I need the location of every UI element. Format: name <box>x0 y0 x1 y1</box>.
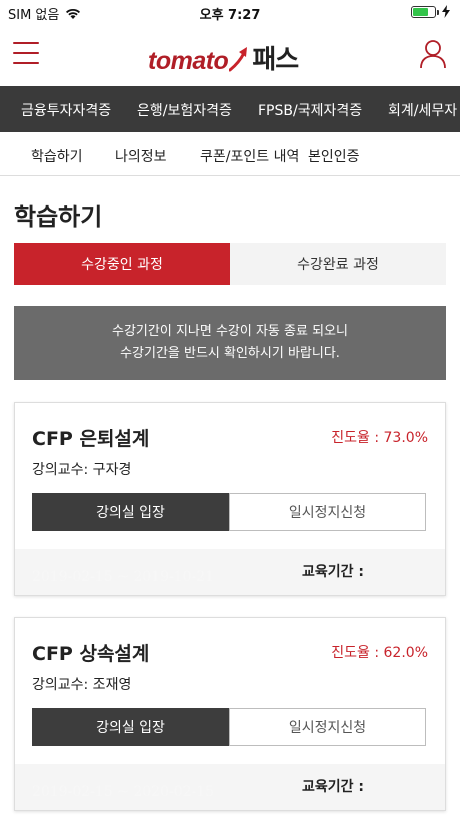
category-item-bank-insurance[interactable]: 은행/보험자격증 <box>137 100 232 120</box>
course-progress: 진도율 : 62.0% <box>331 645 428 661</box>
tomato-pass-logo[interactable]: tomato 패스 <box>148 36 299 76</box>
hamburger-menu-icon[interactable] <box>13 42 39 64</box>
user-icon[interactable] <box>419 39 447 69</box>
course-buttons: 강의실 입장 일시정지신청 <box>32 708 426 746</box>
subnav-item-my-info[interactable]: 나의정보 <box>115 146 167 166</box>
subnav-item-study[interactable]: 학습하기 <box>31 146 83 166</box>
battery-icon <box>411 5 439 18</box>
notice-banner: 수강기간이 지나면 수강이 자동 종료 되오니 수강기간을 반드시 확인하시기 … <box>14 306 446 380</box>
course-buttons: 강의실 입장 일시정지신청 <box>32 493 426 531</box>
course-footer: 2019-02-15 ~ 2020-02-15 교육기간 : <box>15 764 445 810</box>
charging-bolt-icon <box>442 5 450 18</box>
status-right <box>411 5 450 18</box>
course-card: CFP 상속설계 진도율 : 62.0% 강의교수: 조재영 강의실 입장 일시… <box>14 617 446 811</box>
category-item-fpsb[interactable]: FPSB/국제자격증 <box>258 100 362 120</box>
enter-classroom-button[interactable]: 강의실 입장 <box>32 493 229 531</box>
notice-line-1: 수강기간이 지나면 수강이 자동 종료 되오니 <box>112 324 348 339</box>
category-nav: 금융투자자격증 은행/보험자격증 FPSB/국제자격증 회계/세무자 <box>0 86 460 132</box>
category-item-finance[interactable]: 금융투자자격증 <box>21 100 111 120</box>
course-dates: 2019-02-15 ~ 2019-10-21 <box>32 569 215 585</box>
tab-completed[interactable]: 수강완료 과정 <box>230 243 446 285</box>
course-tabs: 수강중인 과정 수강완료 과정 <box>14 243 446 285</box>
pause-request-button[interactable]: 일시정지신청 <box>229 708 426 746</box>
pause-request-button[interactable]: 일시정지신청 <box>229 493 426 531</box>
logo-english: tomato <box>148 47 229 75</box>
course-title: CFP 은퇴설계 <box>32 428 150 450</box>
course-dates: 2019-02-15 ~ 2020-02-15 <box>32 784 215 800</box>
sub-nav: 학습하기 나의정보 쿠폰/포인트 내역 본인인증 <box>0 132 460 176</box>
logo-korean: 패스 <box>252 45 299 75</box>
status-time: 오후 7:27 <box>199 8 261 23</box>
subnav-item-coupons-points[interactable]: 쿠폰/포인트 내역 <box>200 146 299 166</box>
course-title: CFP 상속설계 <box>32 643 150 665</box>
enter-classroom-button[interactable]: 강의실 입장 <box>32 708 229 746</box>
course-professor: 강의교수: 조재영 <box>32 677 132 693</box>
subnav-item-verification[interactable]: 본인인증 <box>308 146 360 166</box>
category-item-accounting[interactable]: 회계/세무자 <box>388 100 457 120</box>
course-professor: 강의교수: 구자경 <box>32 462 132 478</box>
course-period-label: 교육기간 : <box>302 779 364 795</box>
page-title: 학습하기 <box>14 203 103 231</box>
status-bar: SIM 없음 오후 7:27 <box>0 0 460 24</box>
course-card: CFP 은퇴설계 진도율 : 73.0% 강의교수: 구자경 강의실 입장 일시… <box>14 402 446 596</box>
battery-fill <box>413 7 428 16</box>
notice-line-2: 수강기간을 반드시 확인하시기 바랍니다. <box>120 346 340 361</box>
course-period-label: 교육기간 : <box>302 564 364 580</box>
course-footer: 2019-02-15 ~ 2019-10-21 교육기간 : <box>15 549 445 595</box>
tab-in-progress[interactable]: 수강중인 과정 <box>14 243 230 285</box>
arrow-logo-icon <box>229 47 248 72</box>
app-header: tomato 패스 <box>0 24 460 86</box>
course-progress: 진도율 : 73.0% <box>331 430 428 446</box>
